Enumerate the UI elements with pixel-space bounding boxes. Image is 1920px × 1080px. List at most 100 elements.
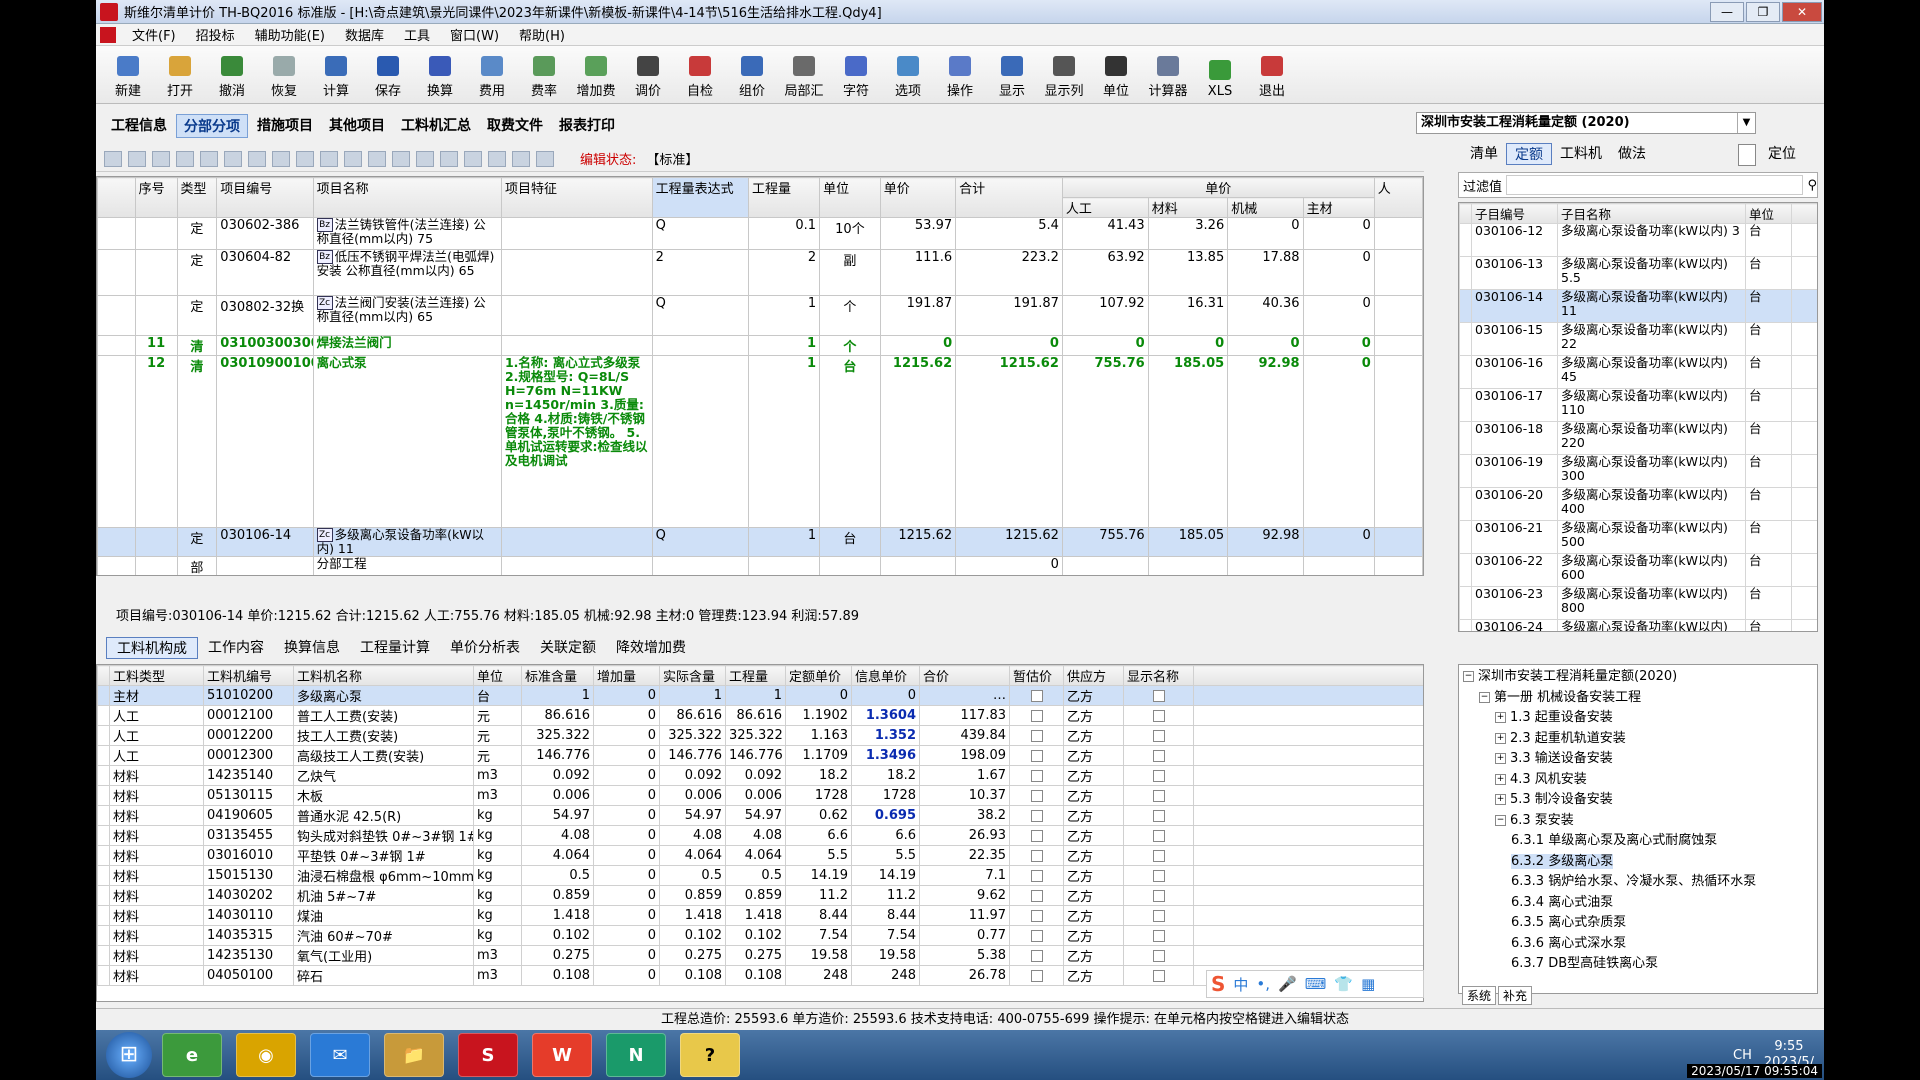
cell-show-name[interactable] xyxy=(1123,785,1194,806)
cell-type[interactable]: 清 xyxy=(176,355,218,528)
cell-qprice[interactable]: 11.2 xyxy=(785,885,852,906)
checkbox-icon[interactable] xyxy=(1030,969,1043,982)
cell-sub-code[interactable]: 030106-19 xyxy=(1471,454,1558,488)
cell-std[interactable]: 4.064 xyxy=(521,845,594,866)
cell-iprice[interactable]: 8.44 xyxy=(851,905,920,926)
ime-mic-icon[interactable]: 🎤 xyxy=(1278,975,1297,993)
cell-seq[interactable] xyxy=(134,527,178,557)
cell-extra[interactable] xyxy=(1373,556,1423,575)
cell-add[interactable]: 0 xyxy=(593,845,660,866)
table-row[interactable]: 材料 14035315 汽油 60#~70# kg 0.102 0 0.102 0.102 7.… xyxy=(97,925,1423,946)
checkbox-icon[interactable] xyxy=(1030,929,1043,942)
cell-supplier[interactable]: 乙方 xyxy=(1063,845,1124,866)
cell-sum[interactable]: 9.62 xyxy=(919,885,1010,906)
cell-code[interactable]: 04050100 xyxy=(203,965,294,986)
col-header[interactable]: 暂估价 xyxy=(1009,665,1064,686)
col-header[interactable]: 合价 xyxy=(919,665,1010,686)
tab-measures[interactable]: 措施项目 xyxy=(250,114,320,138)
arrow-right-icon[interactable] xyxy=(344,150,362,167)
cell-show-name[interactable] xyxy=(1123,805,1194,826)
tree-node[interactable]: +3.3 输送设备安装 xyxy=(1463,749,1813,770)
cell-type[interactable]: 人工 xyxy=(109,725,204,746)
cell-type[interactable]: 材料 xyxy=(109,785,204,806)
paste-icon[interactable] xyxy=(248,150,266,167)
col-price[interactable]: 单价 xyxy=(879,177,957,218)
cell-code[interactable]: 03016010 xyxy=(203,845,294,866)
cell-expr[interactable] xyxy=(651,556,749,575)
toolbar-button-char[interactable]: 字符 xyxy=(830,49,882,103)
replace-icon[interactable] xyxy=(488,150,506,167)
cell-total[interactable]: 0 xyxy=(955,335,1063,356)
cell-labor[interactable]: 107.92 xyxy=(1061,295,1149,336)
cell-iprice[interactable]: 5.5 xyxy=(851,845,920,866)
cell-machine[interactable]: 92.98 xyxy=(1227,527,1304,557)
checkbox-icon[interactable] xyxy=(1030,909,1043,922)
cell-std[interactable]: 0.108 xyxy=(521,965,594,986)
cell-unit[interactable]: 台 xyxy=(819,527,881,557)
cell-add[interactable]: 0 xyxy=(593,865,660,886)
cell-extra[interactable] xyxy=(1373,527,1423,557)
cell-seq[interactable] xyxy=(134,295,178,336)
cell-sub-code[interactable]: 030106-17 xyxy=(1471,388,1558,422)
table-row[interactable]: 材料 14030202 机油 5#~7# kg 0.859 0 0.859 0.859 11.2… xyxy=(97,885,1423,906)
cell-show-name[interactable] xyxy=(1123,685,1194,706)
cell-name[interactable]: 普工人工费(安装) xyxy=(293,705,474,726)
table-row[interactable]: 材料 03016010 平垫铁 0#~3#钢 1# kg 4.064 0 4.064 4.06… xyxy=(97,845,1423,866)
col-header[interactable]: 实际含量 xyxy=(659,665,726,686)
row-indicator[interactable] xyxy=(97,556,136,575)
cell-show-name[interactable] xyxy=(1123,725,1194,746)
checkbox-icon[interactable] xyxy=(1152,869,1165,882)
cell-expr[interactable] xyxy=(651,355,749,528)
cell-feature[interactable] xyxy=(500,556,653,575)
cell-iprice[interactable]: 0.695 xyxy=(851,805,920,826)
copy-icon[interactable] xyxy=(224,150,242,167)
cell-supplier[interactable]: 乙方 xyxy=(1063,785,1124,806)
col-unit[interactable]: 单位 xyxy=(819,177,881,218)
move-down-icon[interactable] xyxy=(296,150,314,167)
cell-expr[interactable]: Q xyxy=(651,527,749,557)
cell-code[interactable]: 05130115 xyxy=(203,785,294,806)
cell-sub-name[interactable]: 多级离心泵设备功率(kW以内) 500 xyxy=(1557,520,1746,554)
col-header[interactable]: 工料机名称 xyxy=(293,665,474,686)
cell-sum[interactable]: 10.37 xyxy=(919,785,1010,806)
cell-qty[interactable]: 4.064 xyxy=(725,845,786,866)
cell-sum[interactable]: 38.2 xyxy=(919,805,1010,826)
cell-sub-name[interactable]: 多级离心泵设备功率(kW以内) 5.5 xyxy=(1557,256,1746,290)
cell-unit[interactable]: 台 xyxy=(819,355,881,528)
cell-actual[interactable]: 4.08 xyxy=(659,825,726,846)
cell-iprice[interactable]: 1.3496 xyxy=(851,745,920,766)
cell-sum[interactable]: 11.97 xyxy=(919,905,1010,926)
cell-actual[interactable]: 1 xyxy=(659,685,726,706)
cell-actual[interactable]: 0.859 xyxy=(659,885,726,906)
table-row[interactable]: 定 030604-82 Bz 低压不锈钢平焊法兰(电弧焊)安装 公称直径(mm以内) … xyxy=(97,249,1423,296)
cell-name[interactable]: 离心式泵 xyxy=(312,355,502,528)
toolbar-button-rate[interactable]: 费率 xyxy=(518,49,570,103)
cell-material[interactable]: 13.85 xyxy=(1147,249,1229,296)
collapse-icon[interactable]: − xyxy=(1479,691,1490,703)
cell-qty[interactable]: 1 xyxy=(747,355,821,528)
cell-provisional[interactable] xyxy=(1009,845,1064,866)
list-item[interactable]: 030106-21 多级离心泵设备功率(kW以内) 500 台 xyxy=(1459,520,1817,554)
cell-qty[interactable]: 0.5 xyxy=(725,865,786,886)
tab-resources[interactable]: 工料机 xyxy=(1552,143,1610,165)
toolbar-button-calculator[interactable]: 计算器 xyxy=(1142,49,1194,103)
filter-input[interactable] xyxy=(1506,175,1804,195)
checkbox-icon[interactable] xyxy=(1152,929,1165,942)
cell-type[interactable]: 材料 xyxy=(109,865,204,886)
list-item[interactable]: 030106-23 多级离心泵设备功率(kW以内) 800 台 xyxy=(1459,586,1817,620)
cell-qty[interactable]: 0.092 xyxy=(725,765,786,786)
cell-iprice[interactable]: 6.6 xyxy=(851,825,920,846)
cell-unit[interactable]: kg xyxy=(473,925,522,946)
cell-provisional[interactable] xyxy=(1009,825,1064,846)
taskbar-app-explorer[interactable]: 📁 xyxy=(384,1033,444,1077)
col-header[interactable]: 单位 xyxy=(473,665,522,686)
cell-qprice[interactable]: 14.19 xyxy=(785,865,852,886)
cell-sub-unit[interactable]: 台 xyxy=(1745,487,1792,521)
row-indicator[interactable] xyxy=(97,217,136,250)
cell-provisional[interactable] xyxy=(1009,685,1064,706)
cell-code[interactable] xyxy=(216,556,314,575)
cell-std[interactable]: 146.776 xyxy=(521,745,594,766)
checkbox-icon[interactable] xyxy=(1152,849,1165,862)
cell-main-material[interactable]: 0 xyxy=(1302,355,1375,528)
cell-type[interactable]: 材料 xyxy=(109,905,204,926)
